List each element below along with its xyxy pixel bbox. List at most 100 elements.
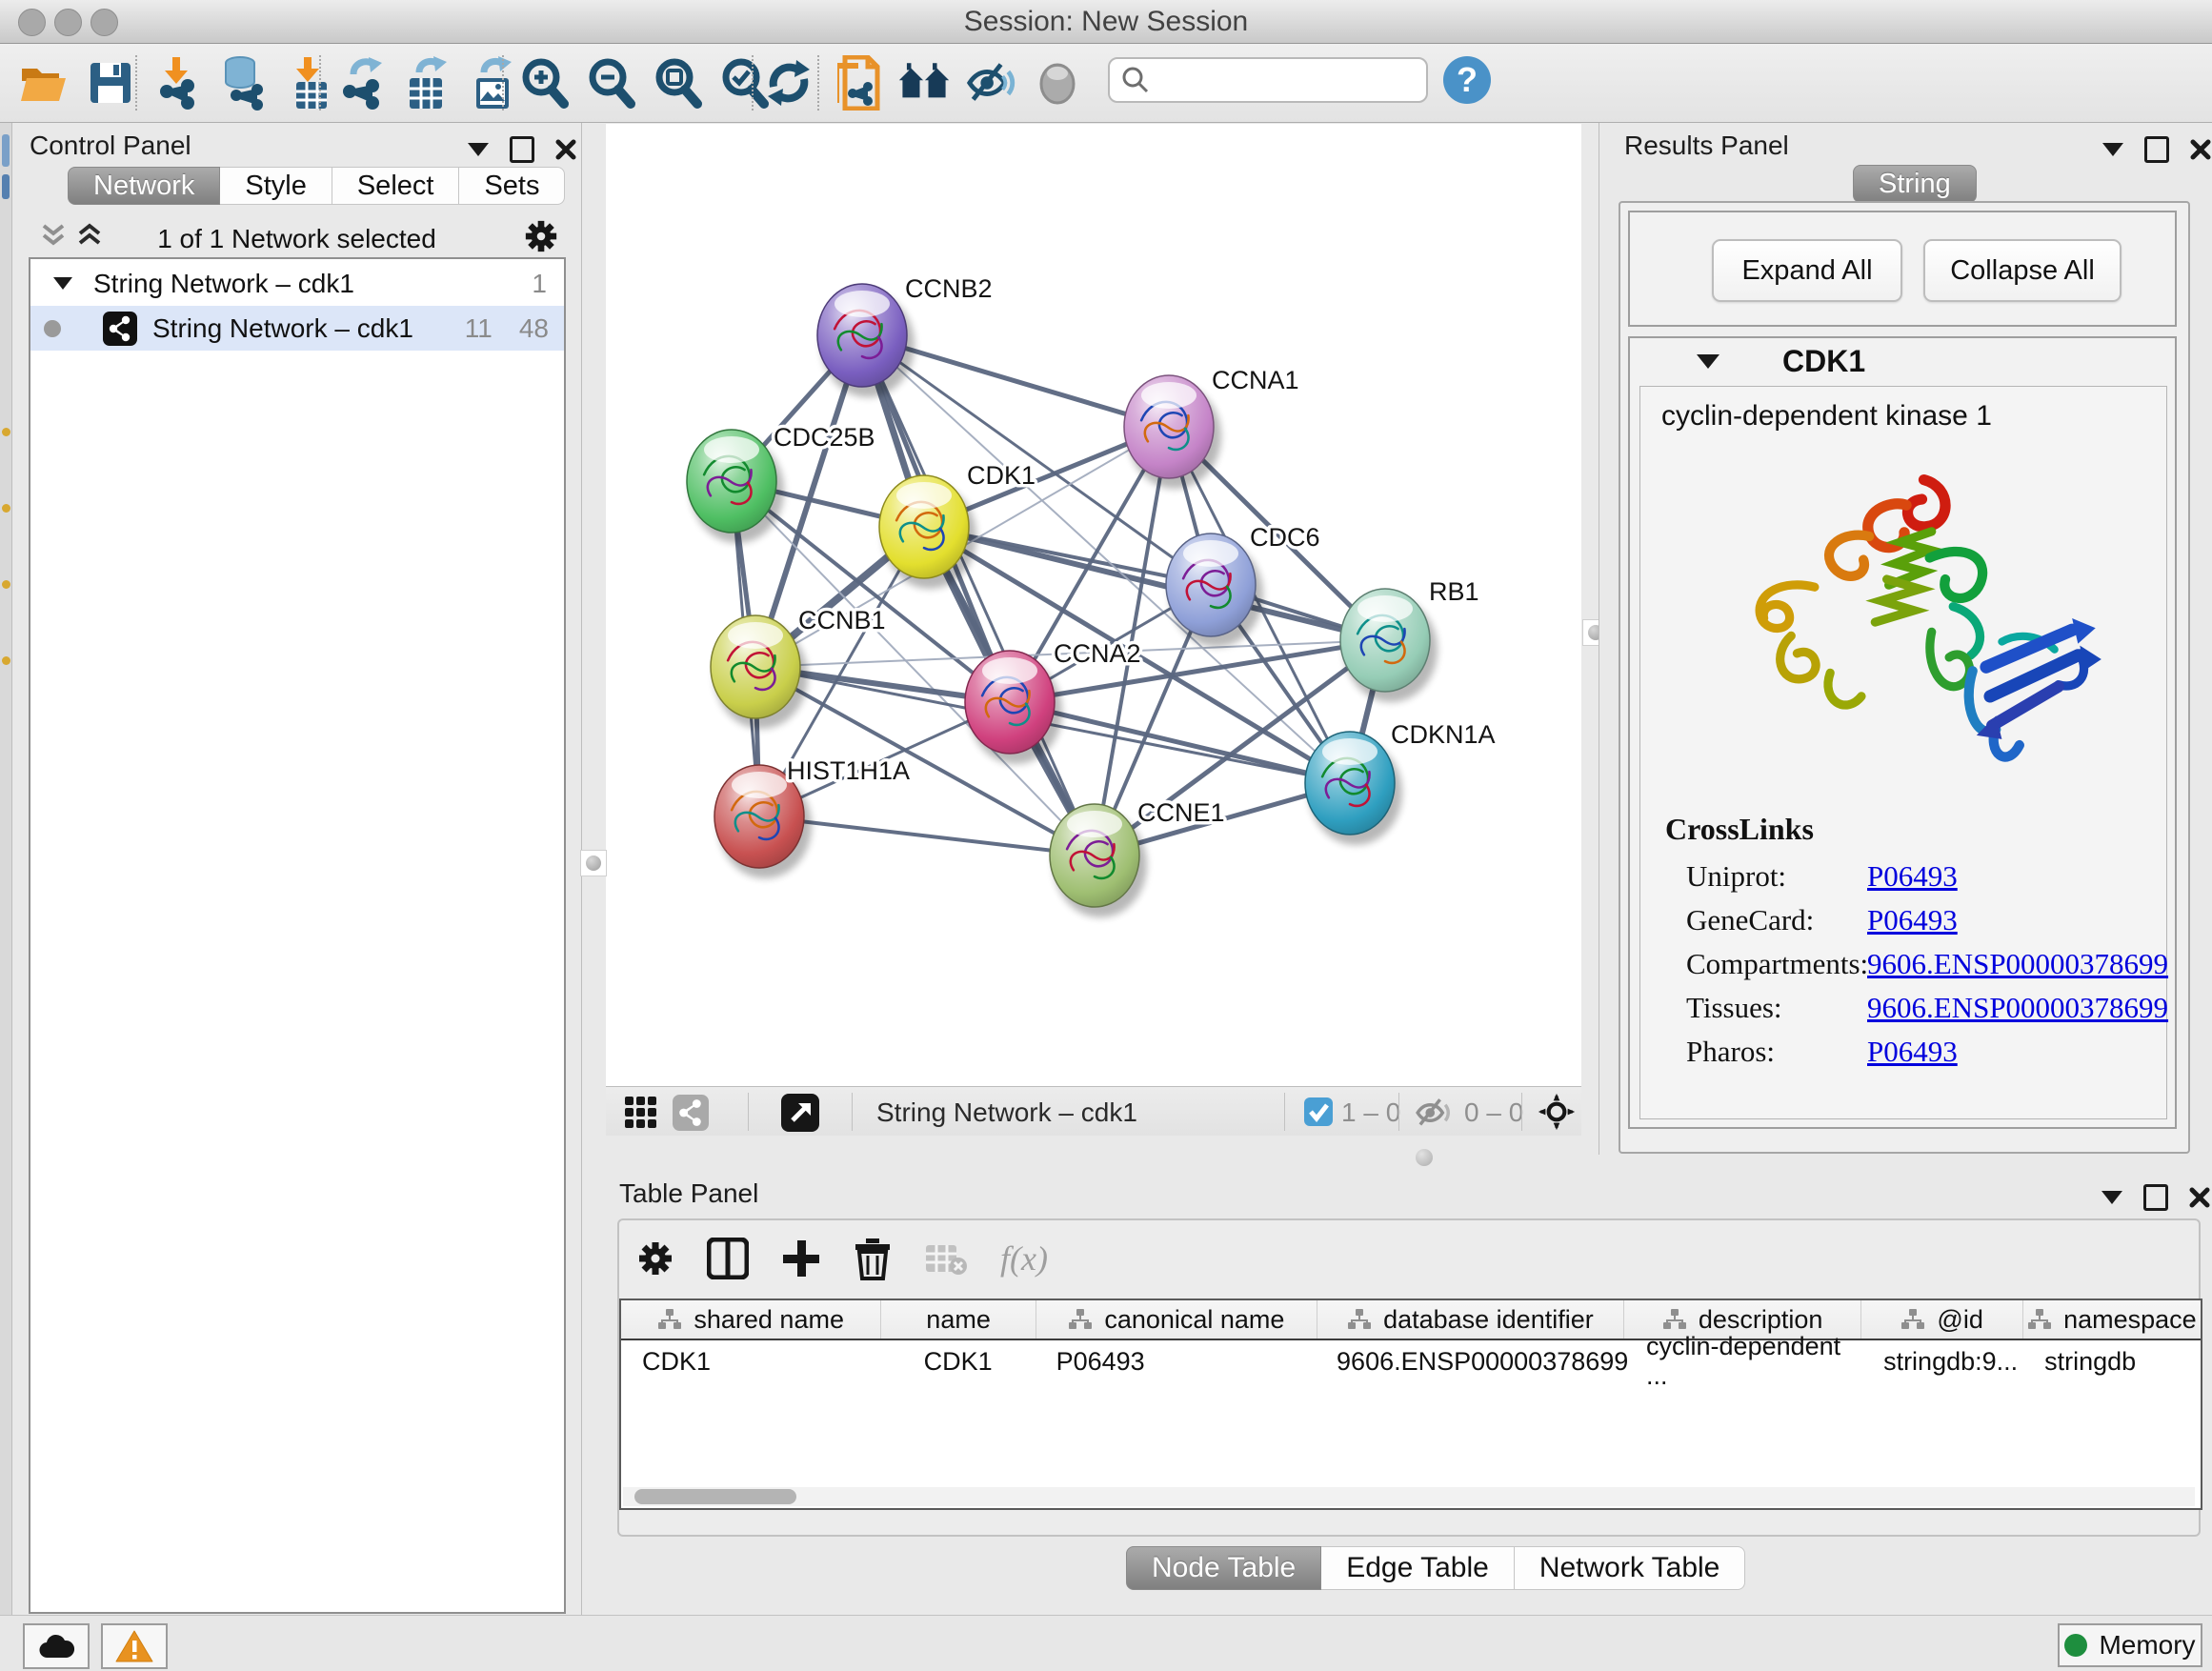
crosslink-pharos-link[interactable]: P06493 [1867,1035,1958,1069]
cloud-status-button[interactable] [23,1623,90,1669]
node-label: CDC25B [774,423,875,452]
results-panel-maximize-icon[interactable] [2144,136,2169,163]
table-options-gear-icon[interactable] [636,1239,674,1278]
help-icon[interactable]: ? [1440,51,1494,109]
toolbar-separator [752,55,754,111]
refresh-icon[interactable] [762,54,815,111]
network-view-share-icon[interactable] [673,1095,709,1131]
node-table: shared name name canonical name database… [619,1299,2202,1510]
import-table-icon[interactable] [284,54,337,111]
tab-sets[interactable]: Sets [459,167,565,205]
crosslink-uniprot-link[interactable]: P06493 [1867,859,1958,894]
tab-select[interactable]: Select [332,167,460,205]
show-columns-icon[interactable] [707,1238,749,1279]
table-horizontal-scrollbar[interactable] [623,1487,2195,1506]
control-panel-close-icon[interactable] [555,139,576,160]
network-node-CCNE1[interactable] [1050,804,1147,917]
table-panel-close-icon[interactable] [2189,1187,2210,1208]
import-network-icon[interactable] [151,54,204,111]
zoom-in-icon[interactable] [517,54,571,111]
results-panel-close-icon[interactable] [2190,139,2211,160]
network-collection-row[interactable]: String Network – cdk1 1 [30,261,564,306]
tab-network[interactable]: Network [68,167,220,205]
first-neighbors-houses-icon[interactable] [897,54,951,111]
network-node-CCNA1[interactable] [1124,375,1221,489]
function-builder-icon[interactable]: f(x) [1000,1238,1048,1278]
network-canvas[interactable]: CCNB2CCNA1CDC25BCDK1CDC6RB1CCNB1CCNA2CDK… [606,124,1581,1086]
results-panel: Results Panel String Expand All Collapse… [1599,123,2212,1155]
delete-column-trash-icon[interactable] [854,1237,892,1280]
save-session-icon[interactable] [84,54,137,111]
tab-edge-table[interactable]: Edge Table [1321,1546,1515,1590]
network-node-RB1[interactable] [1340,589,1438,702]
column-header-namespace[interactable]: namespace [2023,1300,2201,1339]
zoom-fit-icon[interactable] [651,54,704,111]
column-header-name[interactable]: name [881,1300,1036,1339]
network-node-CCNA2[interactable] [965,651,1062,764]
network-options-gear-icon[interactable] [523,218,559,254]
scrollbar-thumb[interactable] [634,1489,796,1504]
toolbar-separator [319,55,321,111]
memory-button[interactable]: Memory [2058,1623,2202,1667]
fit-selected-crosshair-icon[interactable] [1538,1093,1576,1131]
network-node-CDC25B[interactable] [687,430,784,543]
column-header-canonical-name[interactable]: canonical name [1036,1300,1317,1339]
node-label: CCNB2 [905,274,993,303]
network-edge-count: 48 [519,313,549,344]
network-selection-summary: 1 of 1 Network selected [12,224,581,254]
import-network-database-icon[interactable] [217,54,271,111]
crosslink-tissues-link[interactable]: 9606.ENSP00000378699 [1867,991,2168,1025]
control-panel: Control Panel Network Style Select Sets … [12,123,582,1615]
birds-eye-view-icon[interactable] [781,1094,819,1132]
network-node-CDC6[interactable] [1166,534,1263,647]
vertical-splitter-handle[interactable] [580,850,607,876]
tab-style[interactable]: Style [220,167,332,205]
hidden-node-edge-counts: 0 – 0 [1464,1097,1523,1128]
tab-string[interactable]: String [1853,165,1977,203]
protein-collapse-triangle-icon[interactable] [1697,354,1719,369]
table-panel: Table Panel f(x) shared name name can [606,1177,2212,1615]
network-file-icon[interactable] [831,54,884,111]
crosslink-compartments-link[interactable]: 9606.ENSP00000378699 [1867,947,2168,981]
crosslink-genecard-link[interactable]: P06493 [1867,903,1958,937]
delete-table-icon[interactable] [924,1239,968,1278]
crosslinks-title: CrossLinks [1665,812,1814,847]
hide-selected-eye-icon[interactable] [964,54,1017,111]
table-row[interactable]: CDK1 CDK1 P06493 9606.ENSP00000378699 cy… [621,1340,2201,1382]
zoom-out-icon[interactable] [584,54,637,111]
tab-node-table[interactable]: Node Table [1126,1546,1321,1590]
export-image-icon[interactable] [468,54,521,111]
expand-all-button[interactable]: Expand All [1712,239,1902,302]
collection-expand-triangle-icon[interactable] [53,277,72,290]
selected-checkbox-icon[interactable] [1304,1097,1333,1126]
open-folder-icon[interactable] [17,54,70,111]
hidden-eye-icon[interactable] [1414,1096,1452,1130]
network-node-CDKN1A[interactable] [1305,732,1402,845]
network-row-label: String Network – cdk1 [152,313,413,344]
export-table-icon[interactable] [401,54,454,111]
table-panel-title: Table Panel [619,1178,758,1209]
column-header-database-identifier[interactable]: database identifier [1317,1300,1624,1339]
results-panel-float-icon[interactable] [2102,143,2123,156]
node-label: RB1 [1429,577,1479,606]
warning-icon [115,1630,153,1662]
network-node-CCNB2[interactable] [817,284,915,397]
column-header-id[interactable]: @id [1861,1300,2022,1339]
column-header-shared-name[interactable]: shared name [621,1300,881,1339]
table-panel-maximize-icon[interactable] [2143,1184,2168,1211]
network-node-CDK1[interactable] [879,475,976,589]
background-window-sliver [0,123,12,1615]
search-input[interactable] [1150,65,1411,96]
table-panel-float-icon[interactable] [2101,1191,2122,1204]
grid-view-icon[interactable] [625,1097,657,1129]
export-network-icon[interactable] [334,54,388,111]
tab-network-table[interactable]: Network Table [1515,1546,1746,1590]
network-row[interactable]: String Network – cdk1 11 48 [30,306,564,351]
warning-status-button[interactable] [101,1623,168,1669]
control-panel-float-icon[interactable] [468,143,489,156]
control-panel-maximize-icon[interactable] [510,136,534,163]
horizontal-splitter-handle[interactable] [1416,1149,1433,1166]
show-all-eye-icon[interactable] [1031,54,1084,111]
create-column-plus-icon[interactable] [781,1238,821,1278]
collapse-all-button[interactable]: Collapse All [1923,239,2122,302]
